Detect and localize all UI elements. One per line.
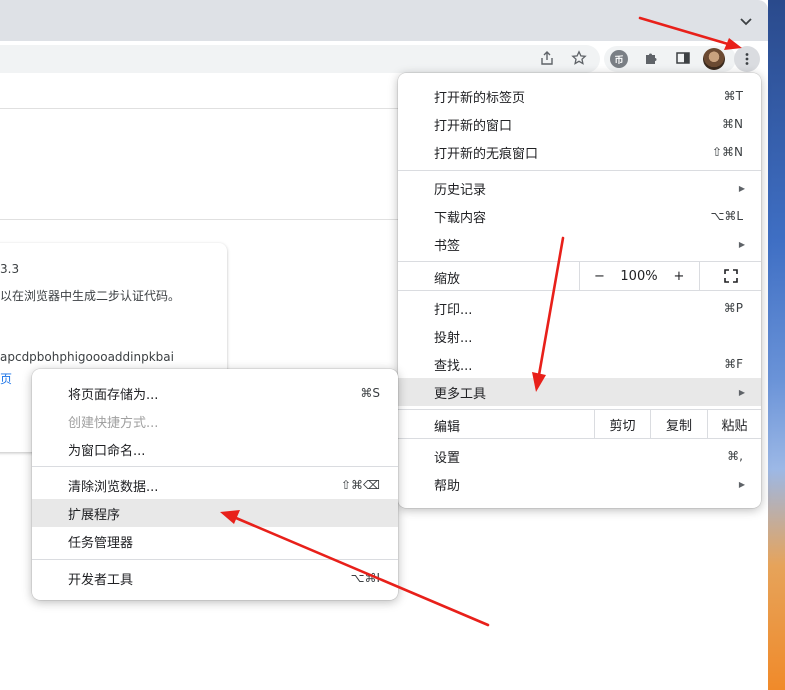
more-tools-submenu: 将页面存储为... ⌘S 创建快捷方式... 为窗口命名... 清除浏览数据..… xyxy=(32,369,398,600)
desktop-wallpaper xyxy=(768,0,785,690)
menu-label: 创建快捷方式... xyxy=(68,415,159,431)
menu-shortcut: ⇧⌘⌫ xyxy=(340,478,380,492)
extension-id: apcdpbohphigoooaddinpkbai xyxy=(0,350,174,364)
menu-label: 打印... xyxy=(434,302,473,318)
menu-shortcut: ⌘T xyxy=(723,89,743,103)
tab-search-chevron-icon[interactable] xyxy=(737,12,755,30)
zoom-out-button[interactable]: − xyxy=(579,262,619,290)
browser-toolbar: 币 xyxy=(0,41,768,73)
submenu-save-page[interactable]: 将页面存储为... ⌘S xyxy=(32,379,398,407)
menu-shortcut: ⌘P xyxy=(723,301,743,315)
copy-button[interactable]: 复制 xyxy=(650,410,707,438)
zoom-in-button[interactable]: + xyxy=(659,262,699,290)
menu-zoom-row: 缩放 − 100% + xyxy=(398,262,761,290)
side-panel-icon[interactable] xyxy=(672,47,694,69)
submenu-task-manager[interactable]: 任务管理器 xyxy=(32,527,398,555)
menu-label: 帮助 xyxy=(434,478,461,494)
menu-label: 打开新的窗口 xyxy=(434,118,513,134)
menu-label: 为窗口命名... xyxy=(68,443,146,459)
menu-more-tools[interactable]: 更多工具 ▶ xyxy=(398,378,761,406)
kebab-menu-icon[interactable] xyxy=(734,46,760,72)
menu-shortcut: ⌘N xyxy=(722,117,743,131)
page-divider xyxy=(0,219,398,220)
menu-label: 扩展程序 xyxy=(68,507,121,523)
menu-separator xyxy=(32,559,398,560)
address-bar[interactable] xyxy=(0,45,600,73)
menu-new-incognito[interactable]: 打开新的无痕窗口 ⇧⌘N xyxy=(398,138,761,166)
puzzle-icon[interactable] xyxy=(640,47,662,69)
submenu-extensions[interactable]: 扩展程序 xyxy=(32,499,398,527)
coin-extension-icon[interactable]: 币 xyxy=(610,50,628,68)
menu-label: 下载内容 xyxy=(434,210,487,226)
submenu-developer-tools[interactable]: 开发者工具 ⌥⌘I xyxy=(32,564,398,592)
extension-description: 以在浏览器中生成二步认证代码。 xyxy=(0,289,181,303)
page-divider xyxy=(0,108,398,109)
menu-label: 查找... xyxy=(434,358,473,374)
menu-shortcut: ⌘, xyxy=(727,449,743,463)
bookmark-star-icon[interactable] xyxy=(568,47,590,69)
chrome-main-menu: 打开新的标签页 ⌘T 打开新的窗口 ⌘N 打开新的无痕窗口 ⇧⌘N 历史记录 ▶… xyxy=(398,73,761,508)
menu-label: 设置 xyxy=(434,450,461,466)
menu-label: 书签 xyxy=(434,238,461,254)
menu-edit-row: 编辑 剪切 复制 粘贴 xyxy=(398,410,761,438)
menu-history[interactable]: 历史记录 ▶ xyxy=(398,174,761,202)
submenu-name-window[interactable]: 为窗口命名... xyxy=(32,435,398,463)
fullscreen-icon[interactable] xyxy=(699,262,761,290)
menu-label: 更多工具 xyxy=(434,386,487,402)
profile-avatar[interactable] xyxy=(703,48,725,70)
zoom-level: 100% xyxy=(620,268,658,284)
submenu-arrow-icon: ▶ xyxy=(738,183,745,193)
menu-label: 开发者工具 xyxy=(68,572,134,588)
menu-print[interactable]: 打印... ⌘P xyxy=(398,294,761,322)
menu-find[interactable]: 查找... ⌘F xyxy=(398,350,761,378)
menu-shortcut: ⌥⌘I xyxy=(350,571,380,585)
extension-details-link[interactable]: 页 xyxy=(0,370,12,387)
submenu-arrow-icon: ▶ xyxy=(738,239,745,249)
submenu-create-shortcut: 创建快捷方式... xyxy=(32,407,398,435)
menu-separator xyxy=(32,466,398,467)
menu-label: 将页面存储为... xyxy=(68,387,159,403)
menu-cast[interactable]: 投射... xyxy=(398,322,761,350)
edit-label: 编辑 xyxy=(434,420,461,435)
menu-label: 投射... xyxy=(434,330,473,346)
submenu-arrow-icon: ▶ xyxy=(738,387,745,397)
tab-strip xyxy=(0,0,768,41)
cut-button[interactable]: 剪切 xyxy=(594,410,650,438)
extension-version: 3.3 xyxy=(0,262,20,276)
menu-bookmarks[interactable]: 书签 ▶ xyxy=(398,230,761,258)
zoom-label: 缩放 xyxy=(434,272,461,287)
menu-separator xyxy=(398,290,761,291)
menu-help[interactable]: 帮助 ▶ xyxy=(398,470,761,498)
menu-new-tab[interactable]: 打开新的标签页 ⌘T xyxy=(398,82,761,110)
menu-label: 清除浏览数据... xyxy=(68,479,159,495)
submenu-clear-browsing-data[interactable]: 清除浏览数据... ⇧⌘⌫ xyxy=(32,471,398,499)
menu-shortcut: ⇧⌘N xyxy=(711,145,743,159)
paste-button[interactable]: 粘贴 xyxy=(707,410,761,438)
menu-new-window[interactable]: 打开新的窗口 ⌘N xyxy=(398,110,761,138)
menu-shortcut: ⌘S xyxy=(360,386,380,400)
menu-downloads[interactable]: 下载内容 ⌥⌘L xyxy=(398,202,761,230)
menu-separator xyxy=(398,170,761,171)
menu-label: 打开新的标签页 xyxy=(434,90,526,106)
menu-settings[interactable]: 设置 ⌘, xyxy=(398,442,761,470)
menu-separator xyxy=(398,438,761,439)
share-icon[interactable] xyxy=(536,47,558,69)
menu-shortcut: ⌘F xyxy=(724,357,743,371)
submenu-arrow-icon: ▶ xyxy=(738,479,745,489)
menu-label: 任务管理器 xyxy=(68,535,134,551)
menu-label: 历史记录 xyxy=(434,182,487,198)
menu-shortcut: ⌥⌘L xyxy=(710,209,743,223)
menu-label: 打开新的无痕窗口 xyxy=(434,146,539,162)
